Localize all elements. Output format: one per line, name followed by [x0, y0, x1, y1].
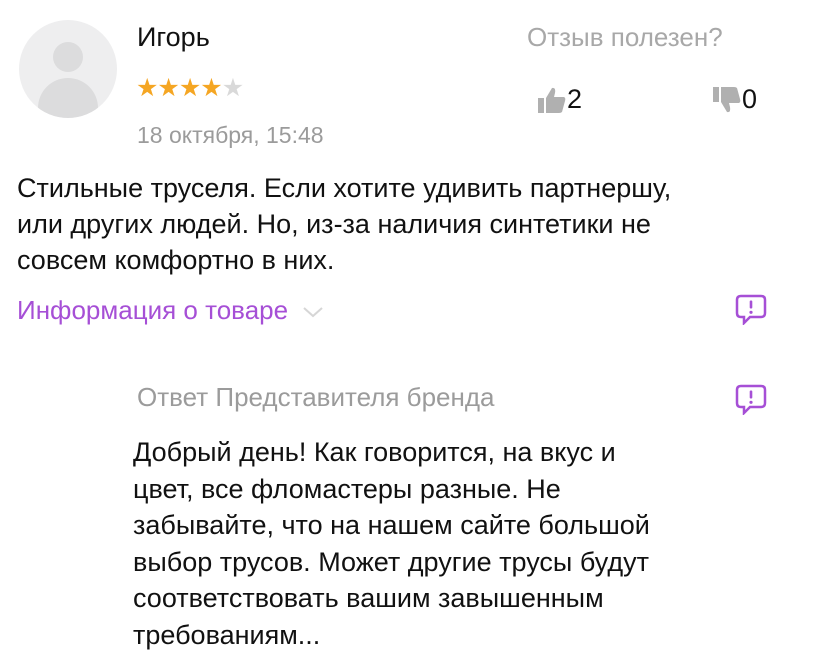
avatar-head [53, 42, 83, 72]
brand-reply-text: Добрый день! Как говорится, на вкус и цв… [133, 434, 773, 654]
brand-reply-line: требованиям... [133, 617, 773, 654]
dislikes-count: 0 [742, 84, 757, 115]
brand-reply-line: Добрый день! Как говорится, на вкус и [133, 434, 773, 471]
review-text-line: или других людей. Но, из-за наличия синт… [17, 206, 807, 242]
star-empty-icon: ★ [222, 74, 243, 102]
product-info-label: Информация о товаре [17, 295, 288, 326]
brand-reply-line: выбор трусов. Может другие трусы будут [133, 544, 773, 581]
avatar [19, 20, 117, 118]
thumbs-up-icon [537, 85, 567, 115]
review-text: Стильные труселя. Если хотите удивить па… [17, 170, 807, 278]
rating-stars: ★★★★★ [136, 74, 243, 102]
chevron-down-icon [302, 295, 324, 326]
report-message-icon[interactable] [735, 293, 767, 325]
report-message-icon[interactable] [735, 383, 767, 415]
review-text-line: совсем комфортно в них. [17, 242, 807, 278]
thumbs-down-icon [712, 85, 742, 115]
review-card: Игорь ★★★★★ 18 октября, 15:48 Отзыв поле… [0, 0, 828, 672]
review-text-line: Стильные труселя. Если хотите удивить па… [17, 170, 807, 206]
dislike-button[interactable]: 0 [712, 84, 757, 115]
author-name: Игорь [137, 22, 210, 53]
like-button[interactable]: 2 [537, 84, 582, 115]
star-icon: ★ [179, 74, 200, 102]
helpful-label: Отзыв полезен? [527, 22, 723, 53]
brand-reply-line: цвет, все фломастеры разные. Не [133, 471, 773, 508]
likes-count: 2 [567, 84, 582, 115]
brand-reply-line: забывайте, что на нашем сайте большой [133, 507, 773, 544]
avatar-body [38, 78, 98, 118]
star-icon: ★ [200, 74, 221, 102]
brand-reply-title: Ответ Представителя бренда [137, 382, 495, 413]
product-info-link[interactable]: Информация о товаре [17, 295, 324, 326]
star-icon: ★ [136, 74, 157, 102]
review-date: 18 октября, 15:48 [137, 122, 324, 149]
brand-reply-line: соответствовать вашим завышенным [133, 580, 773, 617]
star-icon: ★ [157, 74, 178, 102]
